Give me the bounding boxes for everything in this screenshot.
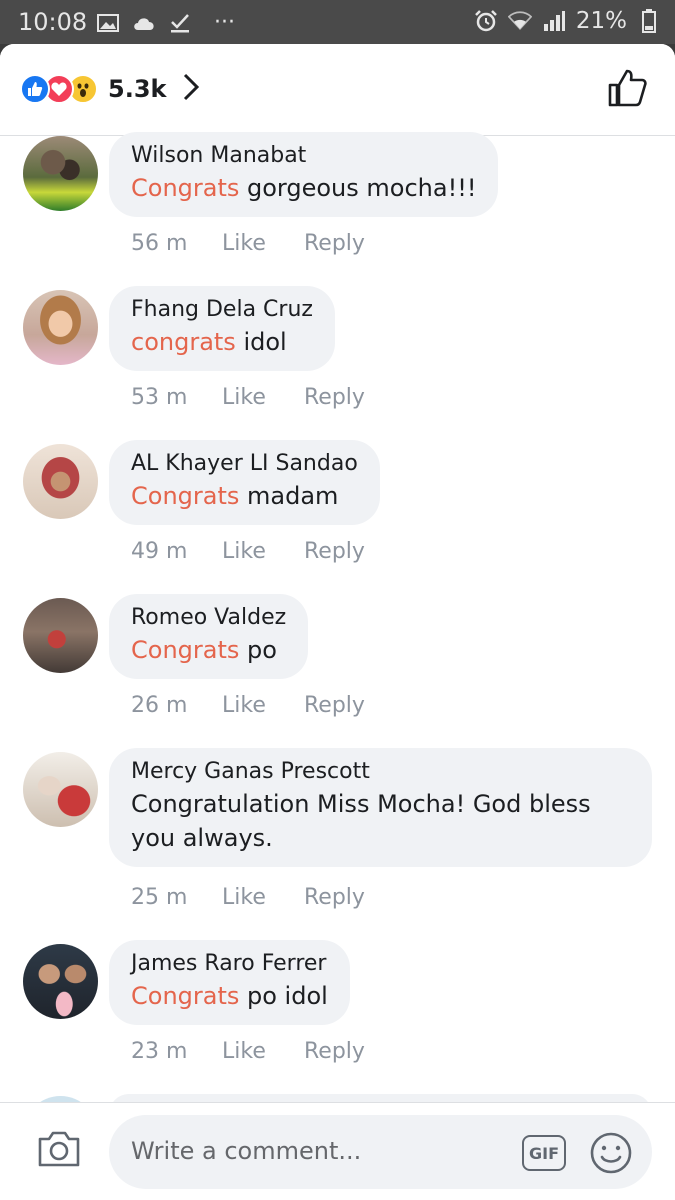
avatar[interactable] bbox=[23, 752, 98, 827]
signal-icon bbox=[542, 10, 566, 32]
comment-body: gorgeous mocha!!! bbox=[239, 174, 477, 202]
comment-like-button[interactable]: Like bbox=[222, 231, 304, 256]
status-icons-right: 21% bbox=[474, 8, 661, 34]
sheet-header: 5.3k bbox=[0, 44, 675, 136]
comment-highlight: Congrats bbox=[131, 482, 240, 510]
avatar[interactable] bbox=[23, 598, 98, 673]
gif-button[interactable]: GIF bbox=[522, 1135, 566, 1171]
comment-text: Congrats gorgeous mocha!!! bbox=[131, 171, 476, 205]
comment-bubble[interactable]: Mercy Ganas Prescott Congratulation Miss… bbox=[109, 748, 652, 867]
comment-reply-button[interactable]: Reply bbox=[304, 693, 365, 718]
comment-reply-button[interactable]: Reply bbox=[304, 231, 365, 256]
reactions-summary[interactable]: 5.3k bbox=[20, 72, 200, 106]
comment-reply-button[interactable]: Reply bbox=[304, 539, 365, 564]
camera-button[interactable] bbox=[36, 1129, 82, 1173]
comment-body: po idol bbox=[239, 982, 328, 1010]
comment-like-button[interactable]: Like bbox=[222, 693, 304, 718]
comment-meta: 25 m Like Reply bbox=[131, 885, 365, 910]
image-icon bbox=[96, 12, 120, 34]
comment-meta: 56 m Like Reply bbox=[131, 231, 365, 256]
comment-reply-button[interactable]: Reply bbox=[304, 885, 365, 910]
comment-highlight: Congrats bbox=[131, 636, 240, 664]
status-more-dots: ··· bbox=[214, 10, 235, 35]
comment-bubble[interactable]: James Raro Ferrer Congrats po idol bbox=[109, 940, 350, 1025]
comment-reply-button[interactable]: Reply bbox=[304, 1039, 365, 1064]
comment-bubble[interactable]: Wilson Manabat Congrats gorgeous mocha!!… bbox=[109, 132, 499, 217]
comment-reply-button[interactable]: Reply bbox=[304, 385, 365, 410]
comment-time: 49 m bbox=[131, 539, 188, 564]
reaction-count: 5.3k bbox=[108, 75, 167, 103]
status-time: 10:08 bbox=[18, 8, 88, 36]
camera-icon bbox=[38, 1131, 80, 1167]
comment-input-placeholder: Write a comment... bbox=[131, 1137, 362, 1165]
status-icons-left: ··· bbox=[96, 10, 235, 35]
comment-highlight: Congrats bbox=[131, 174, 240, 202]
avatar[interactable] bbox=[23, 290, 98, 365]
comment-author[interactable]: Romeo Valdez bbox=[131, 603, 286, 633]
status-bar: 10:08 ··· 21% bbox=[0, 0, 675, 44]
download-check-icon bbox=[168, 12, 192, 34]
comment-text: congrats idol bbox=[131, 325, 313, 359]
comment-time: 56 m bbox=[131, 231, 188, 256]
comment-text: Congrats po idol bbox=[131, 979, 328, 1013]
comment-like-button[interactable]: Like bbox=[222, 1039, 304, 1064]
comment-body: madam bbox=[239, 482, 339, 510]
battery-percent: 21% bbox=[575, 8, 627, 34]
comment-time: 25 m bbox=[131, 885, 188, 910]
comment-text: Congrats madam bbox=[131, 479, 358, 513]
comment-text: Congrats po bbox=[131, 633, 286, 667]
comment-like-button[interactable]: Like bbox=[222, 385, 304, 410]
comment-bubble[interactable]: Fhang Dela Cruz congrats idol bbox=[109, 286, 335, 371]
comments-sheet: 5.3k Wilson Manabat Congrats gorgeous mo… bbox=[0, 44, 675, 1200]
wifi-icon bbox=[507, 10, 532, 32]
comment-highlight: congrats bbox=[131, 328, 236, 356]
comment-highlight: Congrats bbox=[131, 982, 240, 1010]
comment-time: 26 m bbox=[131, 693, 188, 718]
battery-icon bbox=[637, 9, 661, 33]
emoji-button[interactable] bbox=[589, 1131, 633, 1179]
comment-time: 23 m bbox=[131, 1039, 188, 1064]
comment-like-button[interactable]: Like bbox=[222, 885, 304, 910]
avatar[interactable] bbox=[23, 136, 98, 211]
comment-author[interactable]: James Raro Ferrer bbox=[131, 949, 328, 979]
alarm-icon bbox=[474, 10, 498, 32]
comment-meta: 23 m Like Reply bbox=[131, 1039, 365, 1064]
comment-body: Congratulation Miss Mocha! God bless you… bbox=[131, 790, 591, 852]
comment-author[interactable]: Mercy Ganas Prescott bbox=[131, 757, 630, 787]
comment-body: po bbox=[239, 636, 277, 664]
comment-author[interactable]: AL Khayer LI Sandao bbox=[131, 449, 358, 479]
thumbs-up-button[interactable] bbox=[607, 68, 647, 112]
like-reaction-icon bbox=[20, 74, 50, 104]
comment-like-button[interactable]: Like bbox=[222, 539, 304, 564]
comment-meta: 53 m Like Reply bbox=[131, 385, 365, 410]
smiley-icon bbox=[590, 1132, 632, 1174]
comment-input[interactable]: Write a comment... GIF bbox=[109, 1115, 652, 1189]
chevron-right-icon bbox=[182, 72, 200, 106]
avatar[interactable] bbox=[23, 944, 98, 1019]
comment-bubble[interactable]: AL Khayer LI Sandao Congrats madam bbox=[109, 440, 380, 525]
comment-body: idol bbox=[235, 328, 287, 356]
comment-bubble[interactable]: Romeo Valdez Congrats po bbox=[109, 594, 309, 679]
comment-time: 53 m bbox=[131, 385, 188, 410]
comment-author[interactable]: Fhang Dela Cruz bbox=[131, 295, 313, 325]
comment-meta: 49 m Like Reply bbox=[131, 539, 365, 564]
avatar[interactable] bbox=[23, 444, 98, 519]
cloud-icon bbox=[132, 12, 156, 34]
thumbs-up-icon bbox=[608, 69, 647, 107]
comment-text: Congratulation Miss Mocha! God bless you… bbox=[131, 787, 630, 855]
comment-composer: Write a comment... GIF bbox=[0, 1102, 675, 1200]
comment-author[interactable]: Wilson Manabat bbox=[131, 141, 476, 171]
comment-meta: 26 m Like Reply bbox=[131, 693, 365, 718]
